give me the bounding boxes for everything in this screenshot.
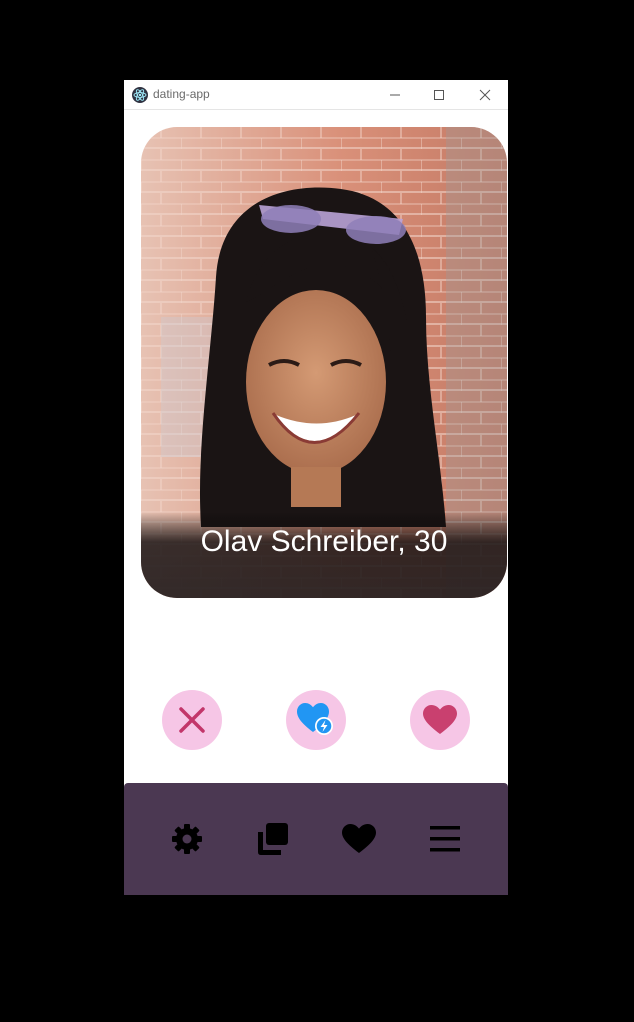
nav-likes[interactable] [341,821,377,857]
heart-icon [342,824,376,853]
like-button[interactable] [410,690,470,750]
minimize-icon[interactable] [386,86,404,104]
nav-cards[interactable] [255,821,291,857]
window-title: dating-app [153,87,210,101]
super-like-button[interactable] [286,690,346,750]
nav-menu[interactable] [427,821,463,857]
bottom-navigation [124,783,508,895]
hamburger-menu-icon [430,826,460,852]
heart-icon [423,705,457,734]
app-window: dating-app Olav Schreiber, 30 [124,80,508,895]
electron-app-icon [132,87,148,103]
maximize-icon[interactable] [430,86,448,104]
profile-card[interactable]: Olav Schreiber, 30 [141,127,507,598]
close-window-icon[interactable] [476,86,494,104]
nav-settings[interactable] [169,821,205,857]
profile-name-age: Olav Schreiber, 30 [200,525,448,558]
close-x-icon [179,707,205,733]
heart-bolt-icon [297,703,333,735]
cards-stack-icon [258,823,288,855]
nope-button[interactable] [162,690,222,750]
title-bar: dating-app [124,80,508,110]
settings-gear-icon [172,824,202,854]
